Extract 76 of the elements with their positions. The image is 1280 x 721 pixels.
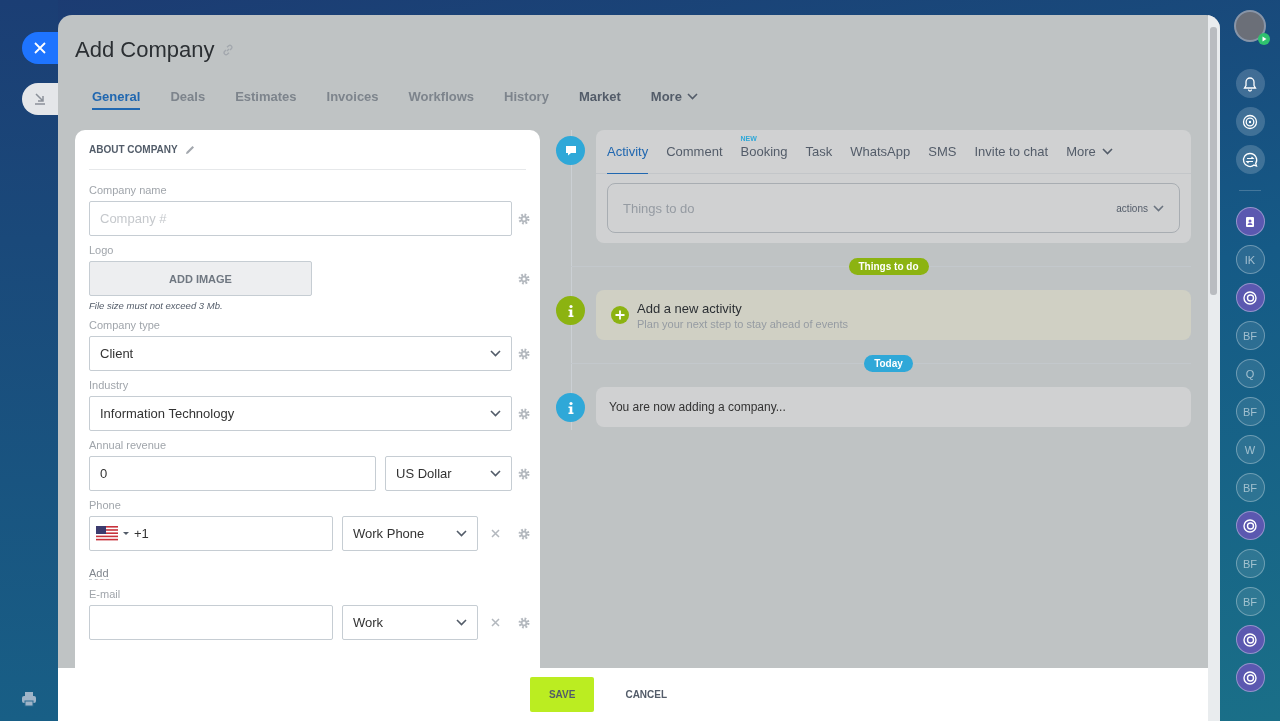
tab[interactable]: Task xyxy=(805,130,833,174)
avatar[interactable] xyxy=(1234,10,1266,42)
phone-type-dropdown[interactable]: Work Phone xyxy=(342,516,478,551)
phone-field[interactable]: +1 xyxy=(89,516,333,551)
play-icon xyxy=(1258,33,1270,45)
contact-avatar[interactable]: Q xyxy=(1235,359,1265,388)
dropdown-field[interactable]: Information Technology xyxy=(89,396,512,431)
dropdown-field[interactable]: Client xyxy=(89,336,512,371)
printer-icon[interactable] xyxy=(21,691,37,707)
chat-icon[interactable] xyxy=(1241,150,1259,169)
field-label: Annual revenue xyxy=(89,439,168,451)
settings-icon[interactable] xyxy=(518,272,530,285)
tab[interactable]: Invite to chat xyxy=(974,130,1049,174)
contact-avatar[interactable]: IK xyxy=(1235,245,1265,274)
tab[interactable]: Comment xyxy=(666,130,723,174)
settings-icon[interactable] xyxy=(518,347,530,360)
field-label: Company type xyxy=(89,319,161,331)
caret-icon xyxy=(490,410,501,417)
contact-avatar[interactable]: BF xyxy=(1235,587,1265,616)
tab[interactable]: SMS xyxy=(928,130,957,174)
contact-avatar[interactable]: BF xyxy=(1235,473,1265,502)
tab[interactable]: WhatsApp xyxy=(850,130,911,174)
input-field[interactable]: 0 xyxy=(89,456,376,491)
settings-icon[interactable] xyxy=(518,616,530,629)
add-icon[interactable] xyxy=(611,306,629,324)
currency-dropdown[interactable]: US Dollar xyxy=(385,456,512,491)
contact-avatar[interactable]: BF xyxy=(1235,321,1265,350)
field-label: E-mail xyxy=(89,588,122,600)
contact-avatar[interactable]: BF xyxy=(1235,397,1265,426)
email-type-dropdown[interactable]: Work xyxy=(342,605,478,640)
caret-icon xyxy=(1153,204,1164,212)
bell-icon[interactable] xyxy=(1241,74,1259,93)
field-label: Phone xyxy=(89,499,122,511)
input-field[interactable] xyxy=(89,605,333,640)
info-text: You are now adding a company... xyxy=(609,400,786,414)
settings-icon[interactable] xyxy=(518,467,530,480)
close-button[interactable] xyxy=(22,32,58,64)
actions-dropdown[interactable]: actions xyxy=(1116,202,1164,214)
contact-avatar[interactable]: BF xyxy=(1235,549,1265,578)
section-heading: ABOUT COMPANY xyxy=(89,144,178,155)
tab[interactable]: More xyxy=(650,86,698,110)
section-badge: Today xyxy=(864,355,913,372)
field-label: Company name xyxy=(89,184,168,196)
todo-input-field[interactable]: Things to do actions xyxy=(607,183,1180,233)
settings-icon[interactable] xyxy=(518,212,530,225)
contact-avatar[interactable]: W xyxy=(1235,435,1265,464)
tab[interactable]: More xyxy=(1066,130,1113,174)
flag-icon[interactable] xyxy=(96,525,118,542)
settings-icon[interactable] xyxy=(518,407,530,420)
field-label: Logo xyxy=(89,244,115,256)
section-badge: Things to do xyxy=(848,258,929,275)
caret-icon xyxy=(456,619,467,626)
remove-icon[interactable] xyxy=(490,618,500,627)
field-label: Industry xyxy=(89,379,130,391)
minimize-button[interactable] xyxy=(22,83,58,115)
remove-icon[interactable] xyxy=(490,529,500,538)
caret-icon xyxy=(490,470,501,477)
save-button[interactable]: SAVE xyxy=(529,677,595,712)
caret-icon[interactable] xyxy=(123,532,129,535)
page-title: Add Company xyxy=(75,37,215,63)
hint-text: File size must not exceed 3 Mb. xyxy=(89,300,224,311)
activity-title[interactable]: Add a new activity xyxy=(637,300,848,316)
tab[interactable]: Market xyxy=(578,86,621,110)
settings-icon[interactable] xyxy=(518,527,530,540)
caret-icon xyxy=(456,530,467,537)
input-field[interactable]: Company # xyxy=(89,201,512,236)
arrow-icon xyxy=(34,93,46,105)
scrollbar[interactable] xyxy=(1208,15,1220,721)
pencil-icon[interactable] xyxy=(184,144,195,155)
tab[interactable]: Activity xyxy=(607,130,649,174)
add-image-button[interactable]: ADD IMAGE xyxy=(89,261,312,296)
add-link[interactable]: Add xyxy=(89,567,109,580)
caret-icon xyxy=(490,350,501,357)
cancel-button[interactable]: CANCEL xyxy=(606,677,687,712)
close-icon xyxy=(34,42,46,54)
tab[interactable]: General xyxy=(92,86,141,110)
